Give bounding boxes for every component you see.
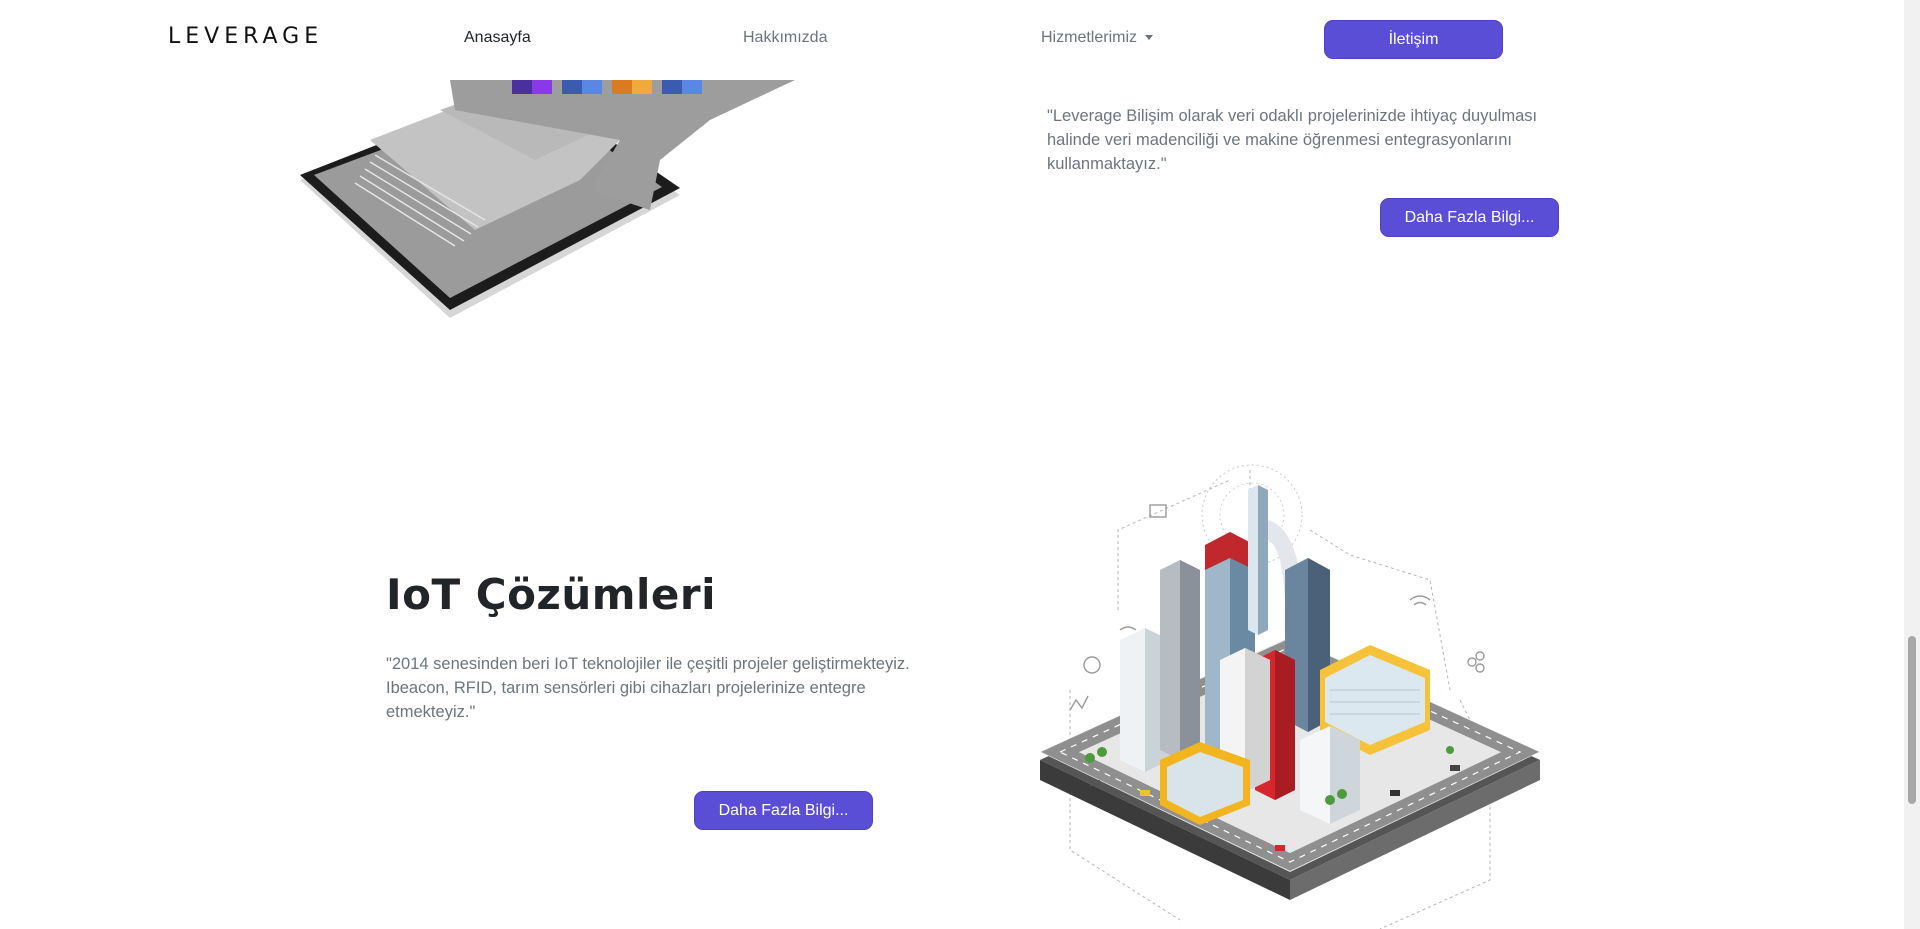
scrollbar-thumb[interactable] <box>1908 636 1916 804</box>
caret-down-icon <box>1145 35 1153 41</box>
tablet-illustration <box>300 80 795 318</box>
navbar: LEVERAGE Anasayfa Hakkımızda Hizmetlerim… <box>0 0 1904 80</box>
contact-button[interactable]: İletişim <box>1324 20 1503 59</box>
iot-section-description: "2014 senesinden beri IoT teknolojiler i… <box>386 655 910 721</box>
nav-home-link[interactable]: Anasayfa <box>464 29 531 47</box>
nav-services-label: Hizmetlerimiz <box>1041 29 1137 46</box>
page-scrollbar[interactable] <box>1904 0 1920 929</box>
data-more-info-button[interactable]: Daha Fazla Bilgi... <box>1380 198 1559 237</box>
data-section-description: "Leverage Bilişim olarak veri odaklı pro… <box>1047 107 1538 173</box>
iot-more-info-button[interactable]: Daha Fazla Bilgi... <box>694 791 873 830</box>
iot-section-title: IoT Çözümleri <box>386 570 717 619</box>
nav-services-dropdown[interactable]: Hizmetlerimiz <box>1041 29 1153 47</box>
nav-about-link[interactable]: Hakkımızda <box>743 29 827 47</box>
smart-city-illustration <box>1040 464 1540 929</box>
brand-logo[interactable]: LEVERAGE <box>168 24 323 49</box>
